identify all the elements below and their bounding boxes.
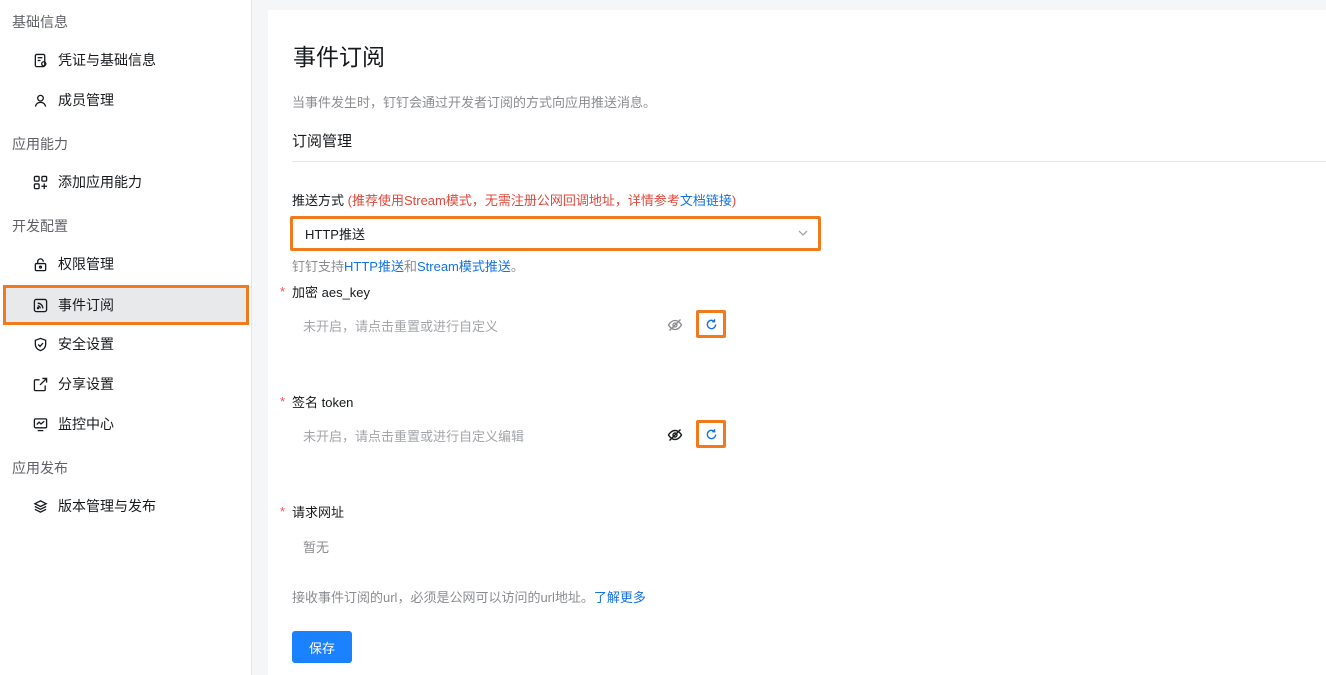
push-mode-note-end: ): [731, 193, 737, 208]
sidebar: 基础信息 凭证与基础信息 成员管理 应用能力 添加应用能力 开发配置 权限管理 …: [0, 0, 252, 675]
required-mark: *: [280, 284, 286, 299]
sidebar-item-label: 安全设置: [58, 336, 114, 352]
credential-icon: [32, 52, 48, 68]
request-url-label: 请求网址: [292, 505, 345, 520]
required-mark: *: [280, 394, 286, 409]
share-icon: [32, 376, 48, 392]
refresh-icon: [706, 318, 716, 329]
sidebar-item-monitor[interactable]: 监控中心: [3, 404, 249, 444]
aes-key-placeholder: 未开启，请点击重置或进行自定义: [303, 318, 499, 334]
sidebar-item-security[interactable]: 安全设置: [3, 324, 249, 364]
token-placeholder: 未开启，请点击重置或进行自定义编辑: [303, 428, 525, 444]
push-mode-selected: HTTP推送: [305, 227, 365, 242]
hint-text: 和: [403, 259, 417, 274]
stream-push-link[interactable]: Stream模式推送: [417, 259, 511, 274]
section-title: 订阅管理: [292, 133, 353, 150]
hint-text: 。: [510, 259, 524, 274]
sidebar-item-label: 凭证与基础信息: [58, 52, 156, 68]
sidebar-item-label: 分享设置: [58, 376, 114, 392]
chevron-down-icon: [798, 230, 808, 236]
sidebar-group-basic: 基础信息: [12, 14, 68, 30]
hint-text: 接收事件订阅的url，必须是公网可以访问的url地址。: [292, 590, 594, 605]
sidebar-item-label: 事件订阅: [58, 297, 114, 313]
main-panel: 事件订阅 当事件发生时，钉钉会通过开发者订阅的方式向应用推送消息。 订阅管理 推…: [268, 10, 1326, 675]
sidebar-group-dev-config: 开发配置: [12, 218, 68, 234]
aes-key-reset-button[interactable]: [696, 310, 726, 338]
apps-add-icon: [32, 174, 48, 190]
page-description: 当事件发生时，钉钉会通过开发者订阅的方式向应用推送消息。: [292, 95, 657, 110]
divider: [292, 161, 1326, 162]
layers-icon: [32, 498, 48, 514]
lock-icon: [32, 256, 48, 272]
user-icon: [32, 92, 48, 108]
push-mode-hint: 钉钉支持HTTP推送和Stream模式推送。: [292, 256, 524, 275]
token-reset-button[interactable]: [696, 420, 726, 448]
token-label: 签名 token: [292, 395, 354, 410]
doc-link[interactable]: 文档链接: [680, 193, 732, 208]
sidebar-item-event-subscription[interactable]: 事件订阅: [3, 285, 249, 325]
push-mode-note: (推荐使用Stream模式，无需注册公网回调地址，详情参考: [347, 193, 680, 208]
save-button[interactable]: 保存: [292, 631, 352, 663]
eye-off-icon[interactable]: [667, 427, 683, 443]
sidebar-item-permissions[interactable]: 权限管理: [3, 244, 249, 284]
sidebar-item-add-capability[interactable]: 添加应用能力: [3, 162, 249, 202]
push-mode-select[interactable]: HTTP推送: [290, 216, 821, 251]
sidebar-item-label: 权限管理: [58, 256, 114, 272]
sidebar-group-capabilities: 应用能力: [12, 136, 68, 152]
hint-text: 钉钉支持: [292, 259, 345, 274]
request-url-hint: 接收事件订阅的url，必须是公网可以访问的url地址。了解更多: [292, 587, 646, 606]
push-mode-label-row: 推送方式 (推荐使用Stream模式，无需注册公网回调地址，详情参考文档链接): [292, 190, 736, 209]
page-title: 事件订阅: [293, 44, 385, 70]
push-mode-label: 推送方式: [292, 193, 345, 208]
sidebar-item-members[interactable]: 成员管理: [3, 80, 249, 120]
refresh-icon: [706, 428, 716, 439]
sidebar-item-label: 版本管理与发布: [58, 498, 156, 514]
token-field[interactable]: 未开启，请点击重置或进行自定义编辑: [292, 418, 732, 452]
learn-more-link[interactable]: 了解更多: [594, 590, 646, 605]
shield-icon: [32, 336, 48, 352]
required-mark: *: [280, 504, 286, 519]
request-url-value: 暂无: [303, 540, 330, 555]
eye-off-icon[interactable]: [667, 317, 683, 333]
sidebar-group-release: 应用发布: [12, 460, 68, 476]
sidebar-item-credentials[interactable]: 凭证与基础信息: [3, 40, 249, 80]
http-push-link[interactable]: HTTP推送: [344, 259, 404, 274]
sidebar-item-share[interactable]: 分享设置: [3, 364, 249, 404]
aes-key-field[interactable]: 未开启，请点击重置或进行自定义: [292, 308, 732, 342]
monitor-icon: [32, 416, 48, 432]
sidebar-item-label: 监控中心: [58, 416, 114, 432]
aes-key-label: 加密 aes_key: [292, 285, 371, 300]
rss-icon: [32, 297, 48, 313]
sidebar-item-version-release[interactable]: 版本管理与发布: [3, 486, 249, 526]
sidebar-item-label: 添加应用能力: [58, 174, 142, 190]
sidebar-item-label: 成员管理: [58, 92, 114, 108]
